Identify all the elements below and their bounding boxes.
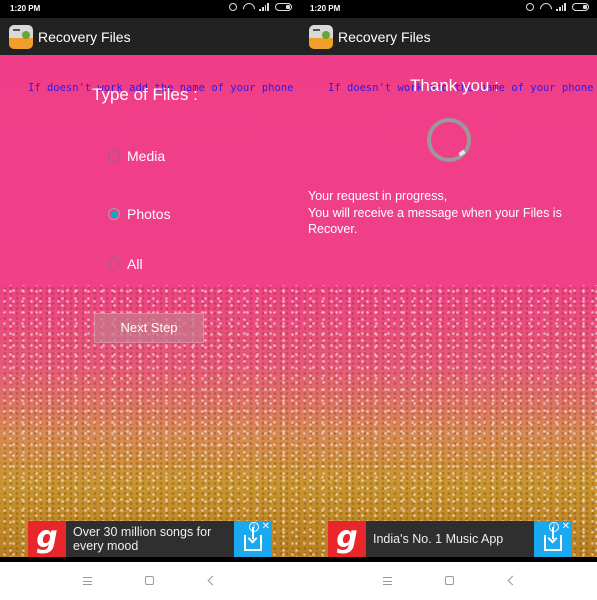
app-bar: Recovery Files — [300, 18, 597, 55]
ad-banner[interactable]: g Over 30 million songs for every mood i… — [28, 521, 272, 557]
radio-button-checked[interactable] — [108, 208, 120, 220]
home-icon[interactable] — [445, 576, 454, 585]
recovery-app-icon — [9, 24, 33, 49]
back-icon[interactable] — [507, 575, 518, 586]
type-of-files-heading: Type of Files : — [92, 85, 198, 104]
phone-screen-select-type: 1:20 PM Recovery Files If doesn't work a… — [0, 0, 300, 600]
recovery-app-icon — [309, 24, 333, 49]
radio-button[interactable] — [108, 258, 120, 270]
navigation-bar — [0, 562, 300, 600]
glitter-background — [300, 285, 597, 558]
gaana-logo-icon: g — [328, 521, 366, 557]
radio-option-media[interactable]: Media — [108, 148, 165, 164]
ad-info-icon[interactable]: i — [549, 522, 559, 532]
loading-spinner-icon — [427, 118, 471, 162]
app-title: Recovery Files — [38, 28, 131, 45]
ad-text: India's No. 1 Music App — [373, 532, 504, 546]
radio-button[interactable] — [108, 150, 120, 162]
menu-icon[interactable] — [83, 577, 92, 585]
download-icon — [244, 527, 262, 551]
radio-label: All — [127, 256, 143, 272]
ad-banner[interactable]: g India's No. 1 Music App i ✕ — [328, 521, 572, 557]
alarm-icon — [229, 3, 237, 11]
navigation-bar — [300, 562, 597, 600]
progress-message: Your request in progress, You will recei… — [308, 188, 591, 238]
phone-screen-progress: 1:20 PM Recovery Files If doesn't work a… — [300, 0, 597, 600]
ad-close-icon[interactable]: ✕ — [262, 521, 270, 532]
content-area: If doesn't work add the name of your pho… — [0, 55, 300, 558]
ad-text: Over 30 million songs for every mood — [73, 525, 212, 553]
progress-message-line2: You will receive a message when your Fil… — [308, 205, 562, 237]
radio-label: Media — [127, 148, 166, 164]
app-bar: Recovery Files — [0, 18, 300, 55]
signal-icon — [259, 3, 269, 11]
wifi-icon — [540, 3, 550, 11]
status-time: 1:20 PM — [10, 4, 41, 13]
menu-icon[interactable] — [383, 577, 392, 585]
battery-icon — [572, 3, 589, 11]
radio-option-all[interactable]: All — [108, 256, 143, 272]
content-area: If doesn't work add the name of your pho… — [300, 55, 597, 558]
alarm-icon — [526, 3, 534, 11]
radio-option-photos[interactable]: Photos — [108, 206, 171, 222]
back-icon[interactable] — [207, 575, 218, 586]
home-icon[interactable] — [145, 576, 154, 585]
ad-info-icon[interactable]: i — [249, 522, 259, 532]
thank-you-heading: Thank you : — [410, 76, 499, 95]
next-step-button[interactable]: Next Step — [94, 313, 204, 343]
ad-close-icon[interactable]: ✕ — [562, 521, 570, 532]
download-icon — [544, 527, 562, 551]
battery-icon — [275, 3, 292, 11]
status-bar: 1:20 PM — [300, 0, 597, 18]
screenshot: 1:20 PM Recovery Files If doesn't work a… — [0, 0, 597, 600]
gaana-logo-icon: g — [28, 521, 66, 557]
signal-icon — [556, 3, 566, 11]
app-title: Recovery Files — [338, 28, 431, 45]
wifi-icon — [243, 3, 253, 11]
ad-download-button[interactable]: i ✕ — [234, 521, 272, 557]
status-bar: 1:20 PM — [0, 0, 300, 18]
radio-label: Photos — [127, 206, 171, 222]
ad-download-button[interactable]: i ✕ — [534, 521, 572, 557]
progress-message-line1: Your request in progress, — [308, 189, 448, 203]
status-time: 1:20 PM — [310, 4, 341, 13]
